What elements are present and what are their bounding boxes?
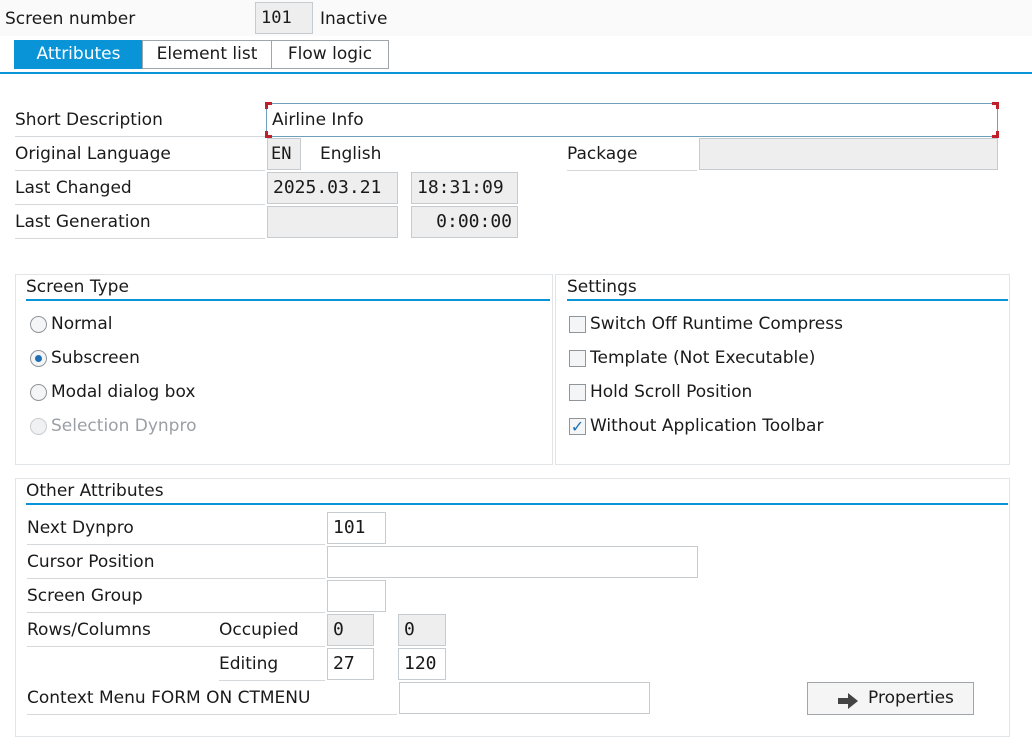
checkbox-switch-off-runtime-compress-label: Switch Off Runtime Compress bbox=[590, 314, 843, 334]
focus-corner-tl bbox=[265, 102, 272, 109]
radio-modal-dialog-box[interactable] bbox=[30, 384, 47, 401]
radio-subscreen-label: Subscreen bbox=[51, 348, 140, 368]
cursor-position-input[interactable] bbox=[327, 546, 698, 578]
short-description-input[interactable]: Airline Info bbox=[266, 103, 998, 137]
original-language-label: Original Language bbox=[15, 138, 265, 171]
next-dynpro-input[interactable]: 101 bbox=[327, 512, 386, 544]
last-generation-time-field: 0:00:00 bbox=[411, 206, 518, 238]
focus-corner-bl bbox=[265, 131, 272, 138]
properties-button-label: Properties bbox=[868, 688, 954, 708]
occupied-rows-field: 0 bbox=[327, 614, 374, 646]
editing-cols-input[interactable]: 120 bbox=[398, 648, 446, 680]
last-generation-date-field bbox=[267, 206, 398, 238]
radio-selection-dynpro-label: Selection Dynpro bbox=[51, 416, 197, 436]
focus-corner-br bbox=[992, 131, 999, 138]
screen-group-label: Screen Group bbox=[27, 580, 325, 613]
properties-button[interactable]: Properties bbox=[807, 682, 974, 715]
rows-columns-label: Rows/Columns bbox=[27, 614, 219, 647]
checkbox-without-application-toolbar[interactable]: ✓ bbox=[569, 418, 586, 435]
checkmark-icon: ✓ bbox=[570, 417, 585, 436]
editing-label: Editing bbox=[219, 648, 325, 681]
tab-element-list[interactable]: Element list bbox=[142, 40, 272, 69]
arrow-right-icon bbox=[836, 690, 860, 709]
tab-flow-logic[interactable]: Flow logic bbox=[271, 40, 389, 69]
language-code-field: EN bbox=[267, 138, 301, 170]
last-changed-label: Last Changed bbox=[15, 172, 265, 205]
screen-type-title: Screen Type bbox=[26, 275, 550, 301]
next-dynpro-label: Next Dynpro bbox=[27, 512, 325, 545]
cursor-position-label: Cursor Position bbox=[27, 546, 325, 579]
editing-rows-input[interactable]: 27 bbox=[327, 648, 374, 680]
short-description-label: Short Description bbox=[15, 104, 265, 137]
last-changed-time-field: 18:31:09 bbox=[411, 172, 518, 204]
radio-selection-dynpro bbox=[30, 418, 47, 435]
checkbox-switch-off-runtime-compress[interactable] bbox=[569, 316, 586, 333]
radio-normal[interactable] bbox=[30, 316, 47, 333]
radio-subscreen[interactable] bbox=[30, 350, 47, 367]
occupied-label: Occupied bbox=[219, 614, 325, 647]
last-generation-label: Last Generation bbox=[15, 206, 265, 239]
language-name: English bbox=[320, 144, 382, 164]
checkbox-hold-scroll-position-label: Hold Scroll Position bbox=[590, 382, 753, 402]
package-label: Package bbox=[567, 138, 697, 171]
checkbox-hold-scroll-position[interactable] bbox=[569, 384, 586, 401]
context-menu-input[interactable] bbox=[399, 682, 650, 714]
context-menu-label: Context Menu FORM ON CTMENU bbox=[27, 682, 397, 715]
tab-underline bbox=[0, 72, 1032, 74]
tab-attributes[interactable]: Attributes bbox=[14, 40, 143, 69]
focus-corner-tr bbox=[992, 102, 999, 109]
header-bar bbox=[0, 0, 1032, 36]
settings-title: Settings bbox=[567, 275, 1008, 301]
status-text: Inactive bbox=[320, 9, 388, 29]
occupied-cols-field: 0 bbox=[398, 614, 446, 646]
last-changed-date-field: 2025.03.21 bbox=[267, 172, 398, 204]
screen-number-label: Screen number bbox=[5, 9, 136, 29]
checkbox-template-label: Template (Not Executable) bbox=[590, 348, 816, 368]
package-field bbox=[699, 138, 998, 170]
radio-normal-label: Normal bbox=[51, 314, 113, 334]
radio-modal-dialog-box-label: Modal dialog box bbox=[51, 382, 196, 402]
other-attributes-title: Other Attributes bbox=[26, 479, 1008, 505]
checkbox-without-application-toolbar-label: Without Application Toolbar bbox=[590, 416, 824, 436]
screen-group-input[interactable] bbox=[327, 580, 386, 612]
checkbox-template[interactable] bbox=[569, 350, 586, 367]
screen-number-field: 101 bbox=[255, 2, 313, 34]
